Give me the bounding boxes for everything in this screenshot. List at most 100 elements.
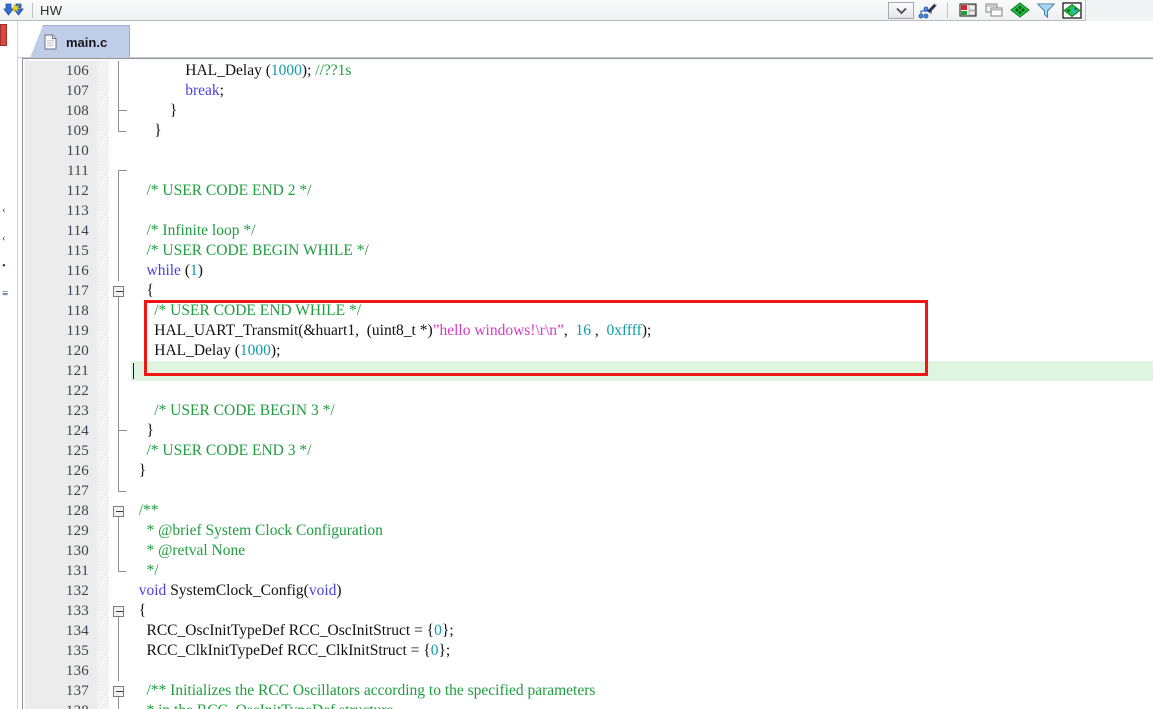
gutter-bookmark-strip[interactable] (97, 681, 109, 701)
code-line-text[interactable]: /* Infinite loop */ (131, 221, 1153, 241)
code-folding-column[interactable] (109, 221, 131, 241)
code-folding-column[interactable] (109, 481, 131, 501)
code-line[interactable]: 134 RCC_OscInitTypeDef RCC_OscInitStruct… (25, 621, 1153, 641)
code-line-text[interactable]: { (131, 281, 1153, 301)
gutter-bookmark-strip[interactable] (97, 501, 109, 521)
code-folding-column[interactable] (109, 701, 131, 709)
gutter-bookmark-strip[interactable] (97, 321, 109, 341)
code-line[interactable]: 138 * in the RCC_OscInitTypeDef structur… (25, 701, 1153, 709)
code-line-text[interactable]: } (131, 121, 1153, 141)
gutter-bookmark-strip[interactable] (97, 541, 109, 561)
code-line-text[interactable]: } (131, 101, 1153, 121)
code-folding-column[interactable] (109, 341, 131, 361)
editor-viewport[interactable]: 106 HAL_Delay (1000); //??1s 107 break; 10… (24, 60, 1153, 709)
code-folding-column[interactable] (109, 61, 131, 81)
code-folding-column[interactable] (109, 121, 131, 141)
code-line-text[interactable]: RCC_OscInitTypeDef RCC_OscInitStruct = {… (131, 621, 1153, 641)
code-line-text[interactable] (131, 361, 1153, 381)
gutter-bookmark-strip[interactable] (97, 621, 109, 641)
gutter-bookmark-strip[interactable] (97, 641, 109, 661)
code-line-text[interactable]: RCC_ClkInitTypeDef RCC_ClkInitStruct = {… (131, 641, 1153, 661)
filter-funnel-icon[interactable] (1033, 1, 1059, 20)
code-line[interactable]: 111 (25, 161, 1153, 181)
code-folding-column[interactable] (109, 321, 131, 341)
fold-collapse-button[interactable] (113, 606, 124, 617)
code-folding-column[interactable] (109, 641, 131, 661)
code-line-text[interactable]: * @retval None (131, 541, 1153, 561)
code-folding-column[interactable] (109, 101, 131, 121)
code-line[interactable]: 135 RCC_ClkInitTypeDef RCC_ClkInitStruct… (25, 641, 1153, 661)
code-folding-column[interactable] (109, 361, 131, 381)
code-line[interactable]: 132 void SystemClock_Config(void) (25, 581, 1153, 601)
gutter-bookmark-strip[interactable] (97, 81, 109, 101)
code-line-text[interactable] (131, 481, 1153, 501)
code-line[interactable]: 121 (25, 361, 1153, 381)
window-layout-icon[interactable] (955, 1, 981, 20)
code-line[interactable]: 119 HAL_UART_Transmit(&huart1, (uint8_t … (25, 321, 1153, 341)
chevron-down-icon[interactable] (888, 1, 914, 19)
code-line[interactable]: 126 } (25, 461, 1153, 481)
gutter-bookmark-strip[interactable] (97, 421, 109, 441)
gutter-bookmark-strip[interactable] (97, 581, 109, 601)
code-line[interactable]: 106 HAL_Delay (1000); //??1s (25, 61, 1153, 81)
code-folding-column[interactable] (109, 81, 131, 101)
code-line[interactable]: 129 * @brief System Clock Configuration (25, 521, 1153, 541)
fold-collapse-button[interactable] (113, 686, 124, 697)
code-line-text[interactable]: HAL_Delay (1000); (131, 341, 1153, 361)
fold-collapse-button[interactable] (113, 506, 124, 517)
gutter-bookmark-strip[interactable] (97, 661, 109, 681)
gutter-bookmark-strip[interactable] (97, 441, 109, 461)
code-line-text[interactable]: HAL_Delay (1000); //??1s (131, 61, 1153, 81)
code-folding-column[interactable] (109, 581, 131, 601)
code-line-text[interactable]: /* USER CODE END 2 */ (131, 181, 1153, 201)
code-line-text[interactable] (131, 661, 1153, 681)
code-folding-column[interactable] (109, 401, 131, 421)
code-line[interactable]: 127 (25, 481, 1153, 501)
code-line-text[interactable]: * @brief System Clock Configuration (131, 521, 1153, 541)
code-line-text[interactable] (131, 161, 1153, 181)
code-folding-column[interactable] (109, 561, 131, 581)
gutter-bookmark-strip[interactable] (97, 261, 109, 281)
code-line[interactable]: 136 (25, 661, 1153, 681)
code-line-text[interactable]: } (131, 421, 1153, 441)
code-lines-container[interactable]: 106 HAL_Delay (1000); //??1s 107 break; 10… (25, 61, 1153, 709)
code-folding-column[interactable] (109, 681, 131, 701)
code-line-text[interactable]: while (1) (131, 261, 1153, 281)
tab-main-c[interactable]: main.c (30, 25, 131, 58)
code-line[interactable]: 109 } (25, 121, 1153, 141)
configuration-wizard-icon[interactable] (914, 1, 940, 20)
gutter-bookmark-strip[interactable] (97, 181, 109, 201)
gutter-bookmark-strip[interactable] (97, 281, 109, 301)
code-line-text[interactable]: break; (131, 81, 1153, 101)
code-line[interactable]: 113 (25, 201, 1153, 221)
gutter-bookmark-strip[interactable] (97, 301, 109, 321)
code-line-text[interactable]: /** (131, 501, 1153, 521)
gutter-bookmark-strip[interactable] (97, 341, 109, 361)
code-folding-column[interactable] (109, 661, 131, 681)
code-line-text[interactable]: /* USER CODE BEGIN 3 */ (131, 401, 1153, 421)
code-folding-column[interactable] (109, 461, 131, 481)
gutter-bookmark-strip[interactable] (97, 701, 109, 709)
boxed-diamond-icon[interactable] (1059, 1, 1085, 20)
code-line[interactable]: 110 (25, 141, 1153, 161)
code-line-text[interactable]: /* USER CODE END WHILE */ (131, 301, 1153, 321)
code-folding-column[interactable] (109, 541, 131, 561)
gutter-bookmark-strip[interactable] (97, 221, 109, 241)
code-folding-column[interactable] (109, 381, 131, 401)
code-line-text[interactable]: /* USER CODE END 3 */ (131, 441, 1153, 461)
code-line-text[interactable]: */ (131, 561, 1153, 581)
gutter-bookmark-strip[interactable] (97, 201, 109, 221)
code-line[interactable]: 122 (25, 381, 1153, 401)
code-folding-column[interactable] (109, 521, 131, 541)
download-arrows-icon[interactable] (3, 2, 25, 19)
code-line-text[interactable]: { (131, 601, 1153, 621)
code-line-text[interactable]: } (131, 461, 1153, 481)
code-line-text[interactable]: HAL_UART_Transmit(&huart1, (uint8_t *)”h… (131, 321, 1153, 341)
green-diamonds-icon[interactable] (1007, 1, 1033, 20)
code-folding-column[interactable] (109, 141, 131, 161)
code-folding-column[interactable] (109, 241, 131, 261)
code-line[interactable]: 130 * @retval None (25, 541, 1153, 561)
code-line[interactable]: 116 while (1) (25, 261, 1153, 281)
code-line[interactable]: 120 HAL_Delay (1000); (25, 341, 1153, 361)
code-folding-column[interactable] (109, 301, 131, 321)
